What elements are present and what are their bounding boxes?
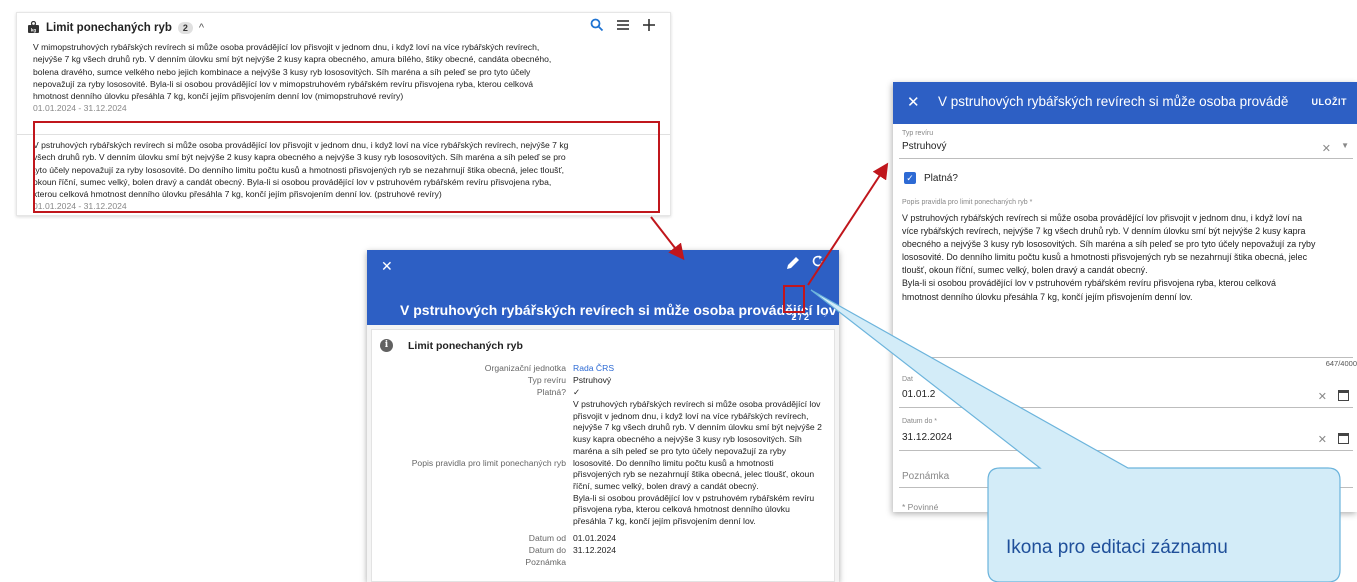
arrow-to-detail xyxy=(650,216,685,261)
annotation-overlay xyxy=(650,162,1341,582)
callout-text: Ikona pro editaci záznamu xyxy=(1006,537,1228,558)
arrow-to-edit-form xyxy=(807,162,889,286)
